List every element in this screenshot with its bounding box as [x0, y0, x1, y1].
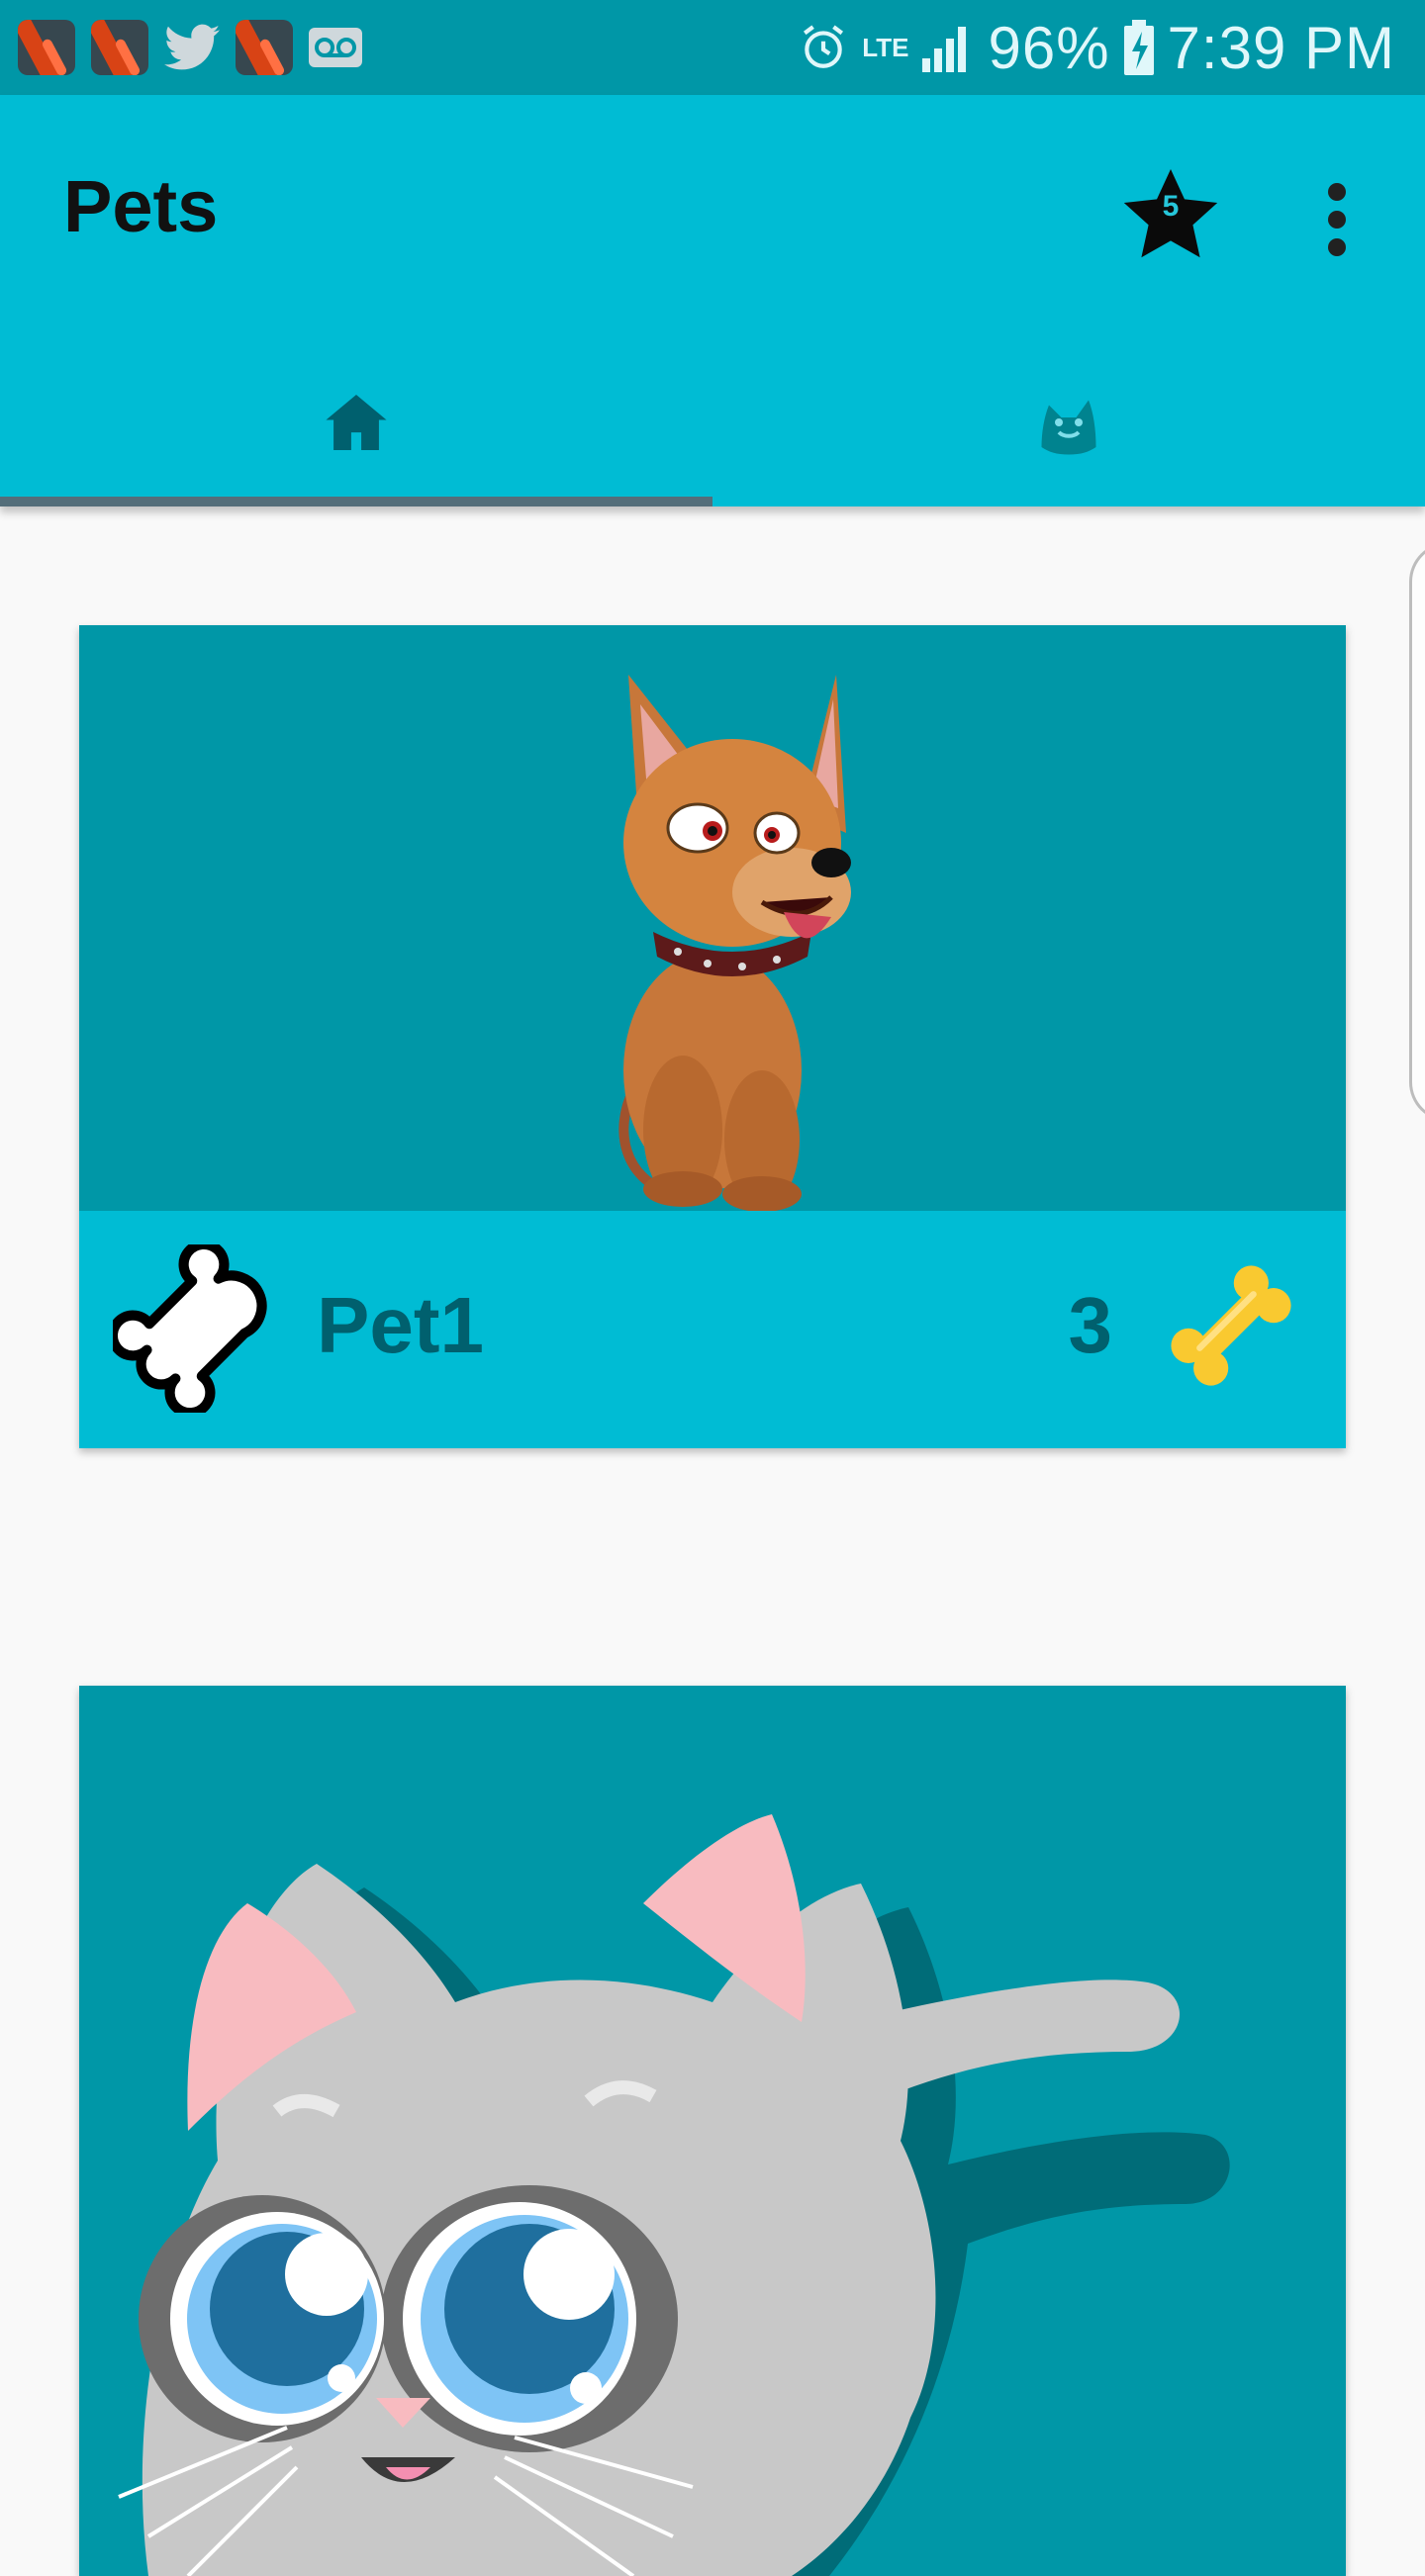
tab-pets[interactable] [712, 362, 1425, 506]
app-notification-icon [18, 20, 75, 75]
app-bar: Pets 5 [0, 95, 1425, 506]
bone-count: 3 [1068, 1281, 1113, 1369]
twitter-icon [164, 24, 220, 71]
pet-card-footer: Pet1 3 [79, 1211, 1346, 1448]
app-notification-icon [236, 20, 293, 75]
pet-card[interactable]: Pet1 3 [79, 625, 1346, 1448]
pet-card[interactable] [79, 1686, 1346, 2576]
star-count-badge: 5 [1162, 190, 1180, 223]
pet-name: Pet1 [317, 1281, 484, 1369]
battery-charging-icon [1123, 20, 1154, 75]
voicemail-icon [309, 28, 362, 67]
gold-bone-icon[interactable] [1152, 1246, 1310, 1410]
clock: 7:39 PM [1167, 14, 1395, 81]
network-type: LTE [862, 33, 909, 62]
cat-illustration [118, 1814, 1230, 2576]
battery-percent: 96% [988, 14, 1110, 81]
pet-image [79, 1686, 1346, 2576]
overflow-menu-button[interactable] [1302, 170, 1372, 269]
tab-indicator [0, 497, 712, 506]
tab-home[interactable] [0, 362, 712, 506]
edge-panel-handle[interactable] [1409, 542, 1425, 1122]
home-icon [326, 395, 387, 450]
more-vert-icon-dot [1328, 238, 1346, 256]
tab-bar [0, 362, 1425, 506]
alarm-icon [799, 22, 848, 73]
pet-face-icon [1041, 400, 1096, 455]
favorites-button[interactable]: 5 [1116, 160, 1225, 269]
more-vert-icon-dot [1328, 211, 1346, 229]
app-notification-icon [91, 20, 148, 75]
page-title: Pets [63, 165, 219, 247]
status-bar: LTE 96% 7:39 PM [0, 0, 1425, 95]
dog-illustration [618, 675, 851, 1212]
status-indicators: LTE 96% 7:39 PM [799, 14, 1395, 81]
more-vert-icon [1328, 183, 1346, 201]
notification-icons [18, 20, 362, 75]
bone-outline-icon[interactable] [107, 1239, 281, 1419]
pet-image [79, 625, 1346, 1212]
signal-icon [922, 23, 974, 72]
